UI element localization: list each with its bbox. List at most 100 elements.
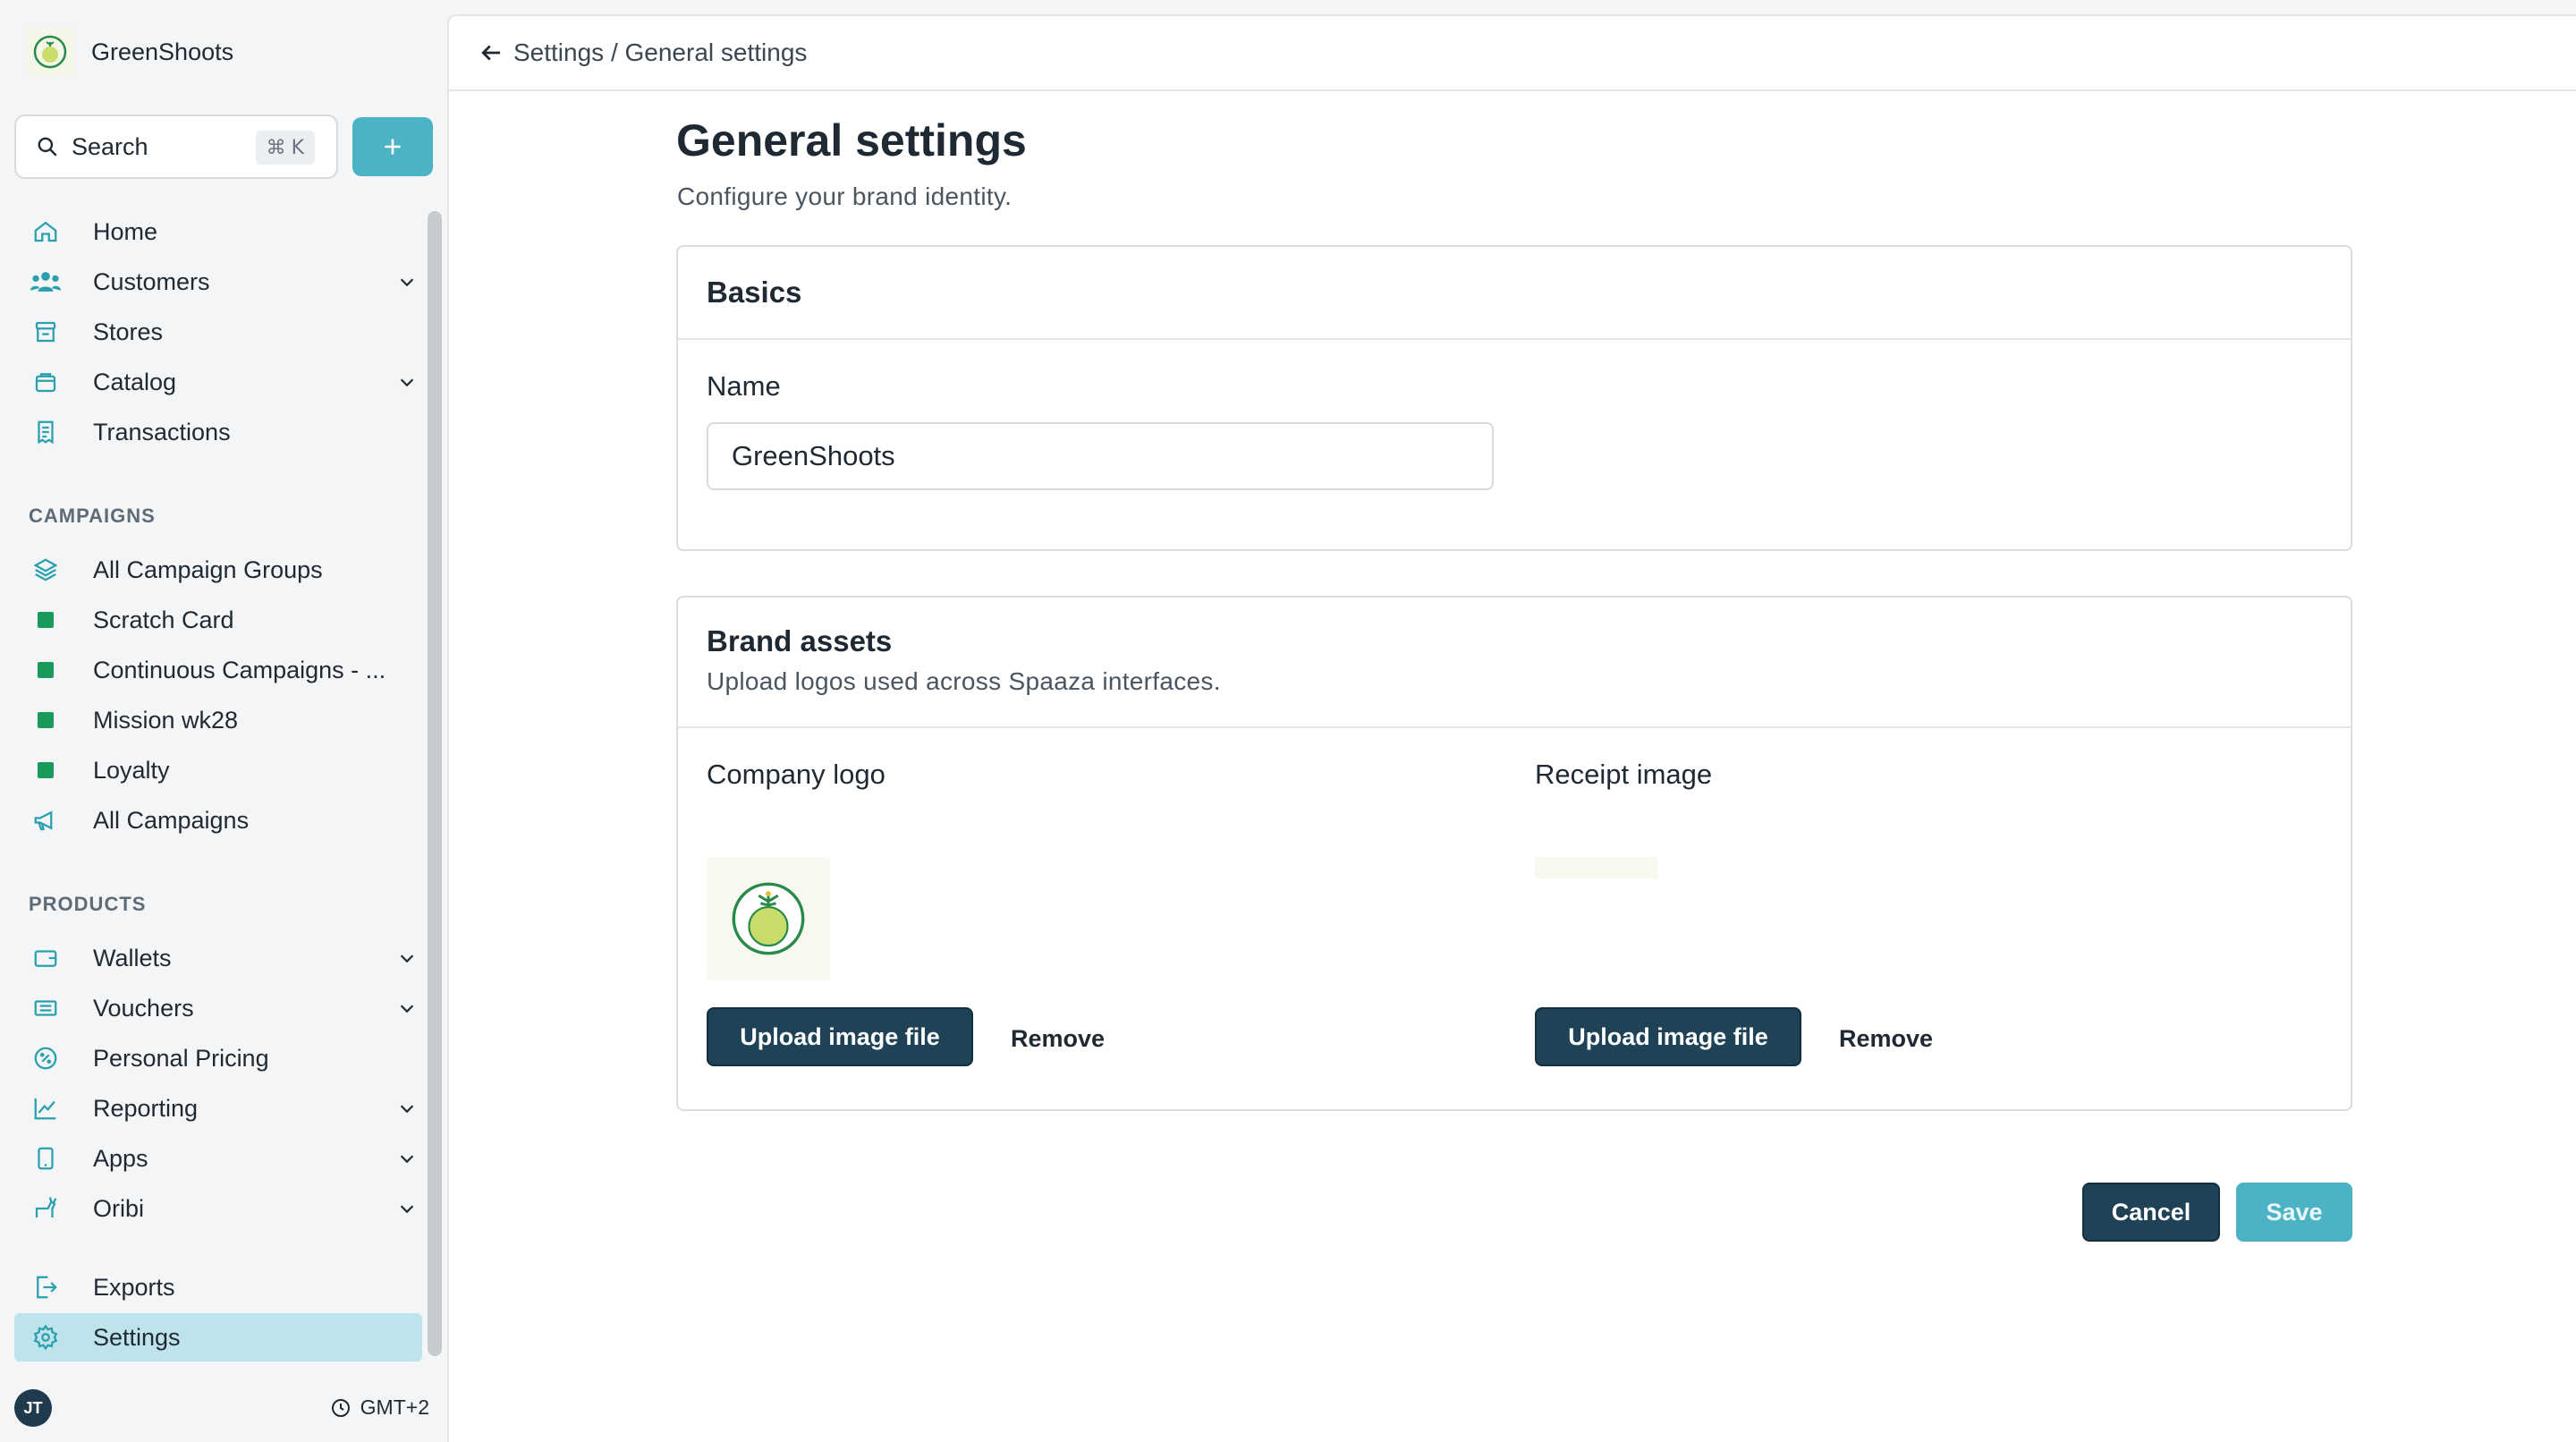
brand-assets-card-header: Brand assets Upload logos used across Sp… xyxy=(678,598,2351,728)
sidebar-item-stores[interactable]: Stores xyxy=(14,308,422,356)
receipt-image-label: Receipt image xyxy=(1535,759,1713,790)
percent-badge-icon xyxy=(30,1043,61,1073)
products-heading: PRODUCTS xyxy=(29,893,147,915)
ticket-icon xyxy=(30,993,61,1023)
chevron-down-icon[interactable] xyxy=(394,1145,420,1172)
shortcut-key: K xyxy=(291,136,304,159)
chevron-down-icon[interactable] xyxy=(394,1195,420,1222)
search-label: Search xyxy=(72,132,148,160)
brand-assets-title: Brand assets xyxy=(707,624,893,657)
save-button[interactable]: Save xyxy=(2236,1183,2352,1242)
sidebar: GreenShoots Search ⌘ K Home Customers St… xyxy=(0,0,447,1442)
store-icon xyxy=(30,317,61,347)
layers-icon xyxy=(30,555,61,585)
sidebar-item-personal-pricing[interactable]: Personal Pricing xyxy=(14,1034,422,1082)
sidebar-item-apps[interactable]: Apps xyxy=(14,1134,422,1183)
cancel-button[interactable]: Cancel xyxy=(2082,1183,2220,1242)
sidebar-item-exports[interactable]: Exports xyxy=(14,1263,422,1311)
page-subtitle: Configure your brand identity. xyxy=(677,182,1013,210)
chevron-down-icon[interactable] xyxy=(394,995,420,1022)
sidebar-item-label: Scratch Card xyxy=(93,606,234,633)
sidebar-item-label: All Campaign Groups xyxy=(93,556,323,583)
sidebar-item-mission-wk28[interactable]: Mission wk28 xyxy=(14,696,422,744)
users-icon xyxy=(30,267,61,297)
brand-logo-icon xyxy=(25,27,75,77)
home-icon xyxy=(30,216,61,247)
sidebar-item-label: Home xyxy=(93,217,158,245)
main-content: Settings / General settings General sett… xyxy=(447,14,2576,1442)
brand[interactable]: GreenShoots xyxy=(25,27,233,77)
sidebar-item-label: Stores xyxy=(93,318,164,345)
wallet-icon xyxy=(30,943,61,973)
upload-receipt-image-button[interactable]: Upload image file xyxy=(1535,1007,1801,1066)
megaphone-icon xyxy=(30,805,61,836)
plus-icon xyxy=(385,139,401,155)
basics-card-header: Basics xyxy=(678,247,2351,340)
breadcrumb-text[interactable]: Settings / General settings xyxy=(513,38,807,67)
sidebar-item-label: Apps xyxy=(93,1144,148,1172)
green-square-icon xyxy=(30,605,61,635)
sidebar-item-continuous-campaigns[interactable]: Continuous Campaigns - ... xyxy=(14,646,422,694)
sidebar-item-catalog[interactable]: Catalog xyxy=(14,358,422,406)
gear-icon xyxy=(30,1322,61,1353)
sidebar-item-scratch-card[interactable]: Scratch Card xyxy=(14,596,422,644)
sidebar-item-label: Catalog xyxy=(93,368,177,395)
greenshoots-logo-icon xyxy=(732,882,805,955)
phone-icon xyxy=(30,1143,61,1174)
arrow-left-icon[interactable] xyxy=(478,39,504,66)
sidebar-item-label: Wallets xyxy=(93,944,172,971)
campaigns-heading: CAMPAIGNS xyxy=(29,505,156,527)
company-logo-preview xyxy=(707,857,830,980)
sidebar-item-wallets[interactable]: Wallets xyxy=(14,934,422,982)
green-square-icon xyxy=(30,655,61,685)
chevron-down-icon[interactable] xyxy=(394,369,420,395)
sidebar-item-oribi[interactable]: Oribi xyxy=(14,1184,422,1233)
chevron-down-icon[interactable] xyxy=(394,945,420,971)
sidebar-item-all-campaigns[interactable]: All Campaigns xyxy=(14,796,422,844)
chart-line-icon xyxy=(30,1093,61,1124)
sidebar-item-label: Oribi xyxy=(93,1194,145,1222)
sidebar-item-label: Reporting xyxy=(93,1094,199,1122)
green-square-icon xyxy=(30,755,61,785)
search-input[interactable]: Search ⌘ K xyxy=(14,115,338,179)
export-icon xyxy=(30,1272,61,1302)
sidebar-item-label: Loyalty xyxy=(93,756,170,784)
clock-icon xyxy=(331,1398,350,1417)
brand-assets-card: Brand assets Upload logos used across Sp… xyxy=(676,596,2352,1111)
sidebar-item-label: All Campaigns xyxy=(93,806,250,834)
sidebar-item-all-campaign-groups[interactable]: All Campaign Groups xyxy=(14,546,422,594)
basics-card: Basics Name GreenShoots xyxy=(676,245,2352,551)
sidebar-item-label: Vouchers xyxy=(93,994,194,1022)
sidebar-item-settings[interactable]: Settings xyxy=(14,1313,422,1361)
sidebar-item-label: Transactions xyxy=(93,418,231,445)
remove-receipt-image-button[interactable]: Remove xyxy=(1839,1025,1933,1053)
sidebar-item-transactions[interactable]: Transactions xyxy=(14,408,422,456)
create-button[interactable] xyxy=(352,117,433,176)
animal-icon xyxy=(30,1193,61,1224)
chevron-down-icon[interactable] xyxy=(394,1095,420,1122)
sidebar-item-label: Settings xyxy=(93,1323,181,1351)
chevron-down-icon[interactable] xyxy=(394,268,420,295)
upload-company-logo-button[interactable]: Upload image file xyxy=(707,1007,973,1066)
sidebar-item-loyalty[interactable]: Loyalty xyxy=(14,746,422,794)
sidebar-item-label: Continuous Campaigns - ... xyxy=(93,656,386,683)
page-title: General settings xyxy=(676,115,1027,165)
sidebar-item-label: Mission wk28 xyxy=(93,706,239,734)
name-field[interactable]: GreenShoots xyxy=(707,422,1494,490)
remove-company-logo-button[interactable]: Remove xyxy=(1011,1025,1105,1053)
timezone-indicator[interactable]: GMT+2 xyxy=(330,1395,429,1420)
shortcut-badge: ⌘ K xyxy=(255,131,315,165)
timezone-label: GMT+2 xyxy=(360,1395,429,1419)
basics-title: Basics xyxy=(707,276,802,309)
sidebar-scrollbar[interactable] xyxy=(428,211,442,1356)
sidebar-item-home[interactable]: Home xyxy=(14,208,422,256)
search-icon xyxy=(38,137,57,157)
sidebar-item-label: Exports xyxy=(93,1273,175,1301)
sidebar-item-vouchers[interactable]: Vouchers xyxy=(14,984,422,1032)
sidebar-item-reporting[interactable]: Reporting xyxy=(14,1084,422,1132)
sidebar-item-customers[interactable]: Customers xyxy=(14,258,422,306)
name-label: Name xyxy=(707,370,781,402)
sidebar-item-label: Customers xyxy=(93,267,210,295)
brand-assets-description: Upload logos used across Spaaza interfac… xyxy=(707,667,1221,695)
avatar[interactable]: JT xyxy=(14,1389,52,1427)
